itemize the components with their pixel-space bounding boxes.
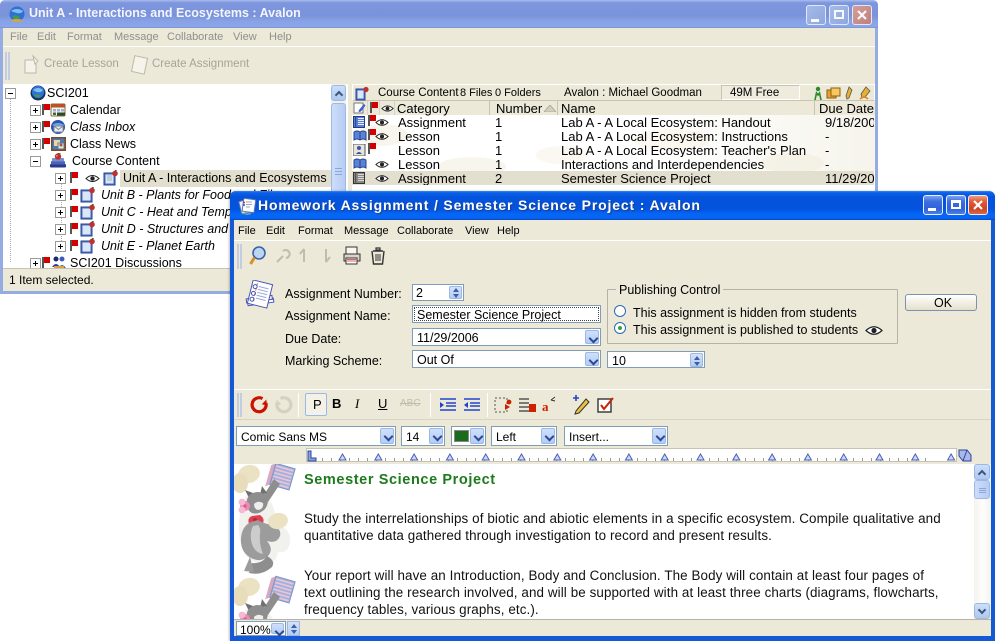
svg-text:a: a — [542, 399, 549, 414]
